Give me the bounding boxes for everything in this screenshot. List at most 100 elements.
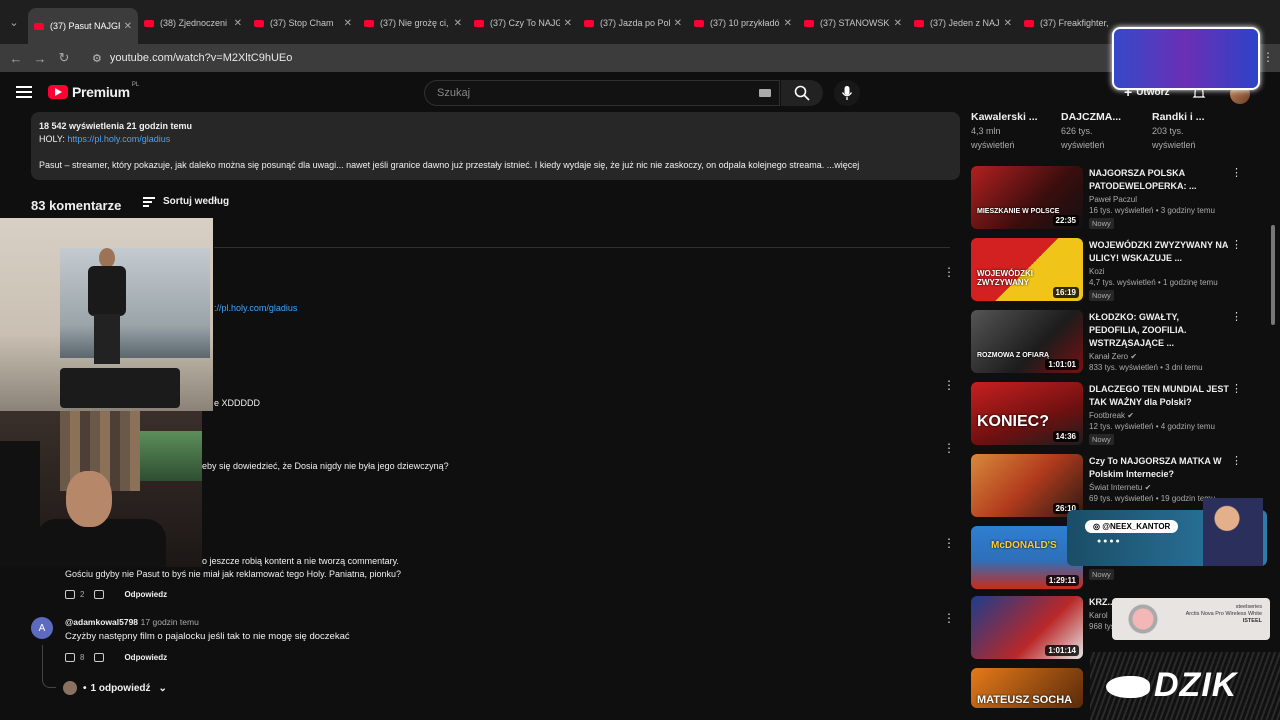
sidebar-scrollbar[interactable] xyxy=(1271,225,1275,325)
voice-search-button[interactable] xyxy=(834,80,860,106)
short-views: 4,3 mln xyxy=(971,126,1001,136)
browser-tab[interactable]: (37) Nie grożę ci, ✕ xyxy=(358,8,468,38)
channel-name[interactable]: Footbreak xyxy=(1089,411,1125,420)
video-thumbnail[interactable]: KONIEC? 14:36 xyxy=(971,382,1083,445)
recommended-video-info[interactable]: WOJEWÓDZKI ZWYZYWANY NA ULICY! WSKAZUJE … xyxy=(1089,239,1229,301)
video-title: KŁODZKO: GWAŁTY, PEDOFILIA, ZOOFILIA. WS… xyxy=(1089,312,1187,348)
close-tab-icon[interactable]: ✕ xyxy=(894,18,902,29)
video-description[interactable]: 18 542 wyświetlenia 21 godzin temu HOLY:… xyxy=(31,112,960,180)
search-button[interactable] xyxy=(781,80,823,106)
thumbnail-caption: ROZMOWA Z OFIARĄ xyxy=(977,352,1050,359)
close-tab-icon[interactable]: ✕ xyxy=(124,21,132,32)
short-title: DAJCZMA... xyxy=(1061,111,1122,123)
youtube-favicon-icon xyxy=(474,19,484,27)
reply-button[interactable]: Odpowiedz xyxy=(124,653,167,662)
comment-link[interactable]: ://pl.holy.com/gladius xyxy=(214,303,297,313)
show-replies-button[interactable]: • 1 odpowiedź ⌄ xyxy=(63,681,167,695)
sponsor-link[interactable]: https://pl.holy.com/gladius xyxy=(67,134,170,144)
url-field[interactable]: ⚙ youtube.com/watch?v=M2XltC9hUEo xyxy=(92,52,292,65)
video-thumbnail[interactable]: 26:10 xyxy=(971,454,1083,517)
site-settings-icon[interactable]: ⚙ xyxy=(92,52,102,65)
recommended-video-info[interactable]: Czy To NAJGORSZA MATKA W Polskim Interne… xyxy=(1089,455,1229,503)
aquarium xyxy=(140,431,202,481)
comment-menu-icon[interactable]: ⋮ xyxy=(943,266,955,278)
recommended-video-info[interactable]: NAJGORSZA POLSKA PATODEWELOPERKA: ... Paw… xyxy=(1089,167,1229,229)
channel-name[interactable]: Kozi xyxy=(1089,267,1229,276)
pinned-comment-link[interactable]: ://pl.holy.com/gladius xyxy=(214,303,297,313)
browser-tab[interactable]: (37) Jeden z NAJ ✕ xyxy=(908,8,1018,38)
shorts-item[interactable]: Kawalerski ... 4,3 mln wyświetleń xyxy=(971,110,1038,152)
close-tab-icon[interactable]: ✕ xyxy=(564,18,572,29)
browser-tab[interactable]: (37) STANOWSKI ✕ xyxy=(798,8,908,38)
browser-tab[interactable]: (37) Czy To NAJG ✕ xyxy=(468,8,578,38)
comment-author[interactable]: @adamkowal5798 xyxy=(65,617,138,627)
video-thumbnail[interactable]: ROZMOWA Z OFIARĄ 1:01:01 xyxy=(971,310,1083,373)
back-icon[interactable]: ← xyxy=(4,51,28,66)
recommended-video-info[interactable]: Nowy xyxy=(1089,566,1229,580)
sort-comments-button[interactable]: Sortuj według xyxy=(143,196,229,207)
dzik-logo-overlay: DZIK xyxy=(1090,652,1280,720)
thumbnail-caption: KONIEC? xyxy=(977,413,1049,430)
browser-tab[interactable]: (38) Zjednoczeni ✕ xyxy=(138,8,248,38)
close-tab-icon[interactable]: ✕ xyxy=(344,18,352,29)
close-tab-icon[interactable]: ✕ xyxy=(1004,18,1012,29)
close-tab-icon[interactable]: ✕ xyxy=(454,18,462,29)
search-input[interactable]: Szukaj xyxy=(424,80,780,106)
youtube-favicon-icon xyxy=(364,19,374,27)
close-tab-icon[interactable]: ✕ xyxy=(784,18,792,29)
video-menu-icon[interactable]: ⋮ xyxy=(1231,238,1242,251)
instagram-icon: ◎ xyxy=(1093,522,1100,531)
forward-icon[interactable]: → xyxy=(28,51,52,66)
comment-avatar[interactable]: A xyxy=(31,617,53,639)
channel-name[interactable]: Świat Internetu xyxy=(1089,483,1142,492)
video-menu-icon[interactable]: ⋮ xyxy=(1231,382,1242,395)
youtube-play-icon xyxy=(48,85,68,99)
new-badge: Nowy xyxy=(1089,290,1114,301)
video-thumbnail[interactable]: MIESZKANIE W POLSCE 22:35 xyxy=(971,166,1083,229)
comment-menu-icon[interactable]: ⋮ xyxy=(943,537,955,549)
new-badge: Nowy xyxy=(1089,434,1114,445)
browser-tab[interactable]: (37) Jazda po Pol ✕ xyxy=(578,8,688,38)
browser-tab[interactable]: (37) Stop Cham ✕ xyxy=(248,8,358,38)
short-views-label: wyświetleń xyxy=(1061,140,1105,150)
reply-button[interactable]: Odpowiedz xyxy=(124,590,167,599)
keyboard-icon[interactable] xyxy=(759,89,771,97)
sort-label: Sortuj według xyxy=(163,196,230,207)
reload-icon[interactable]: ↻ xyxy=(52,50,76,66)
shorts-item[interactable]: Randki i ... 203 tys. wyświetleń xyxy=(1152,110,1205,152)
close-tab-icon[interactable]: ✕ xyxy=(674,18,682,29)
microphone-icon xyxy=(841,86,853,100)
short-title: Randki i ... xyxy=(1152,111,1205,123)
comment-time[interactable]: 17 godzin temu xyxy=(141,617,199,627)
video-thumbnail[interactable]: WOJEWÓDZKI ZWYZYWANY 16:19 xyxy=(971,238,1083,301)
youtube-favicon-icon xyxy=(914,19,924,27)
close-tab-icon[interactable]: ✕ xyxy=(234,18,242,29)
dislike-icon[interactable] xyxy=(94,653,105,662)
browser-menu-icon[interactable]: ⋮ xyxy=(1262,50,1274,64)
video-menu-icon[interactable]: ⋮ xyxy=(1231,166,1242,179)
comment-menu-icon[interactable]: ⋮ xyxy=(943,612,955,624)
video-thumbnail[interactable]: 1:01:14 xyxy=(971,596,1083,659)
verified-icon: ✔ xyxy=(1144,483,1152,492)
dislike-icon[interactable] xyxy=(94,590,105,599)
tab-search-chevron-icon[interactable]: ⌄ xyxy=(0,0,28,44)
menu-icon[interactable] xyxy=(16,86,32,98)
recommended-video-info[interactable]: DLACZEGO TEN MUNDIAL JEST TAK WAŻNY dla … xyxy=(1089,383,1229,445)
recommended-video-info[interactable]: KŁODZKO: GWAŁTY, PEDOFILIA, ZOOFILIA. WS… xyxy=(1089,311,1229,372)
promo-code: ISTEEL xyxy=(1242,618,1262,624)
browser-tab[interactable]: (37) 10 przykładó ✕ xyxy=(688,8,798,38)
youtube-premium-logo[interactable]: Premium PL xyxy=(48,82,139,100)
video-thumbnail[interactable]: MATEUSZ SOCHA xyxy=(971,668,1083,708)
shorts-item[interactable]: DAJCZMA... 626 tys. wyświetleń xyxy=(1061,110,1121,152)
video-menu-icon[interactable]: ⋮ xyxy=(1231,310,1242,323)
like-icon[interactable] xyxy=(65,590,75,599)
browser-tab[interactable]: (37) Pasut NAJGR ✕ xyxy=(28,8,138,44)
comment-text: e XDDDDD xyxy=(214,398,261,408)
channel-row: Footbreak ✔ xyxy=(1089,411,1229,420)
comment-menu-icon[interactable]: ⋮ xyxy=(943,442,955,454)
channel-name[interactable]: Paweł Paczul xyxy=(1089,195,1229,204)
like-icon[interactable] xyxy=(65,653,75,662)
video-menu-icon[interactable]: ⋮ xyxy=(1231,454,1242,467)
channel-name[interactable]: Kanał Zero xyxy=(1089,352,1128,361)
comment-menu-icon[interactable]: ⋮ xyxy=(943,379,955,391)
